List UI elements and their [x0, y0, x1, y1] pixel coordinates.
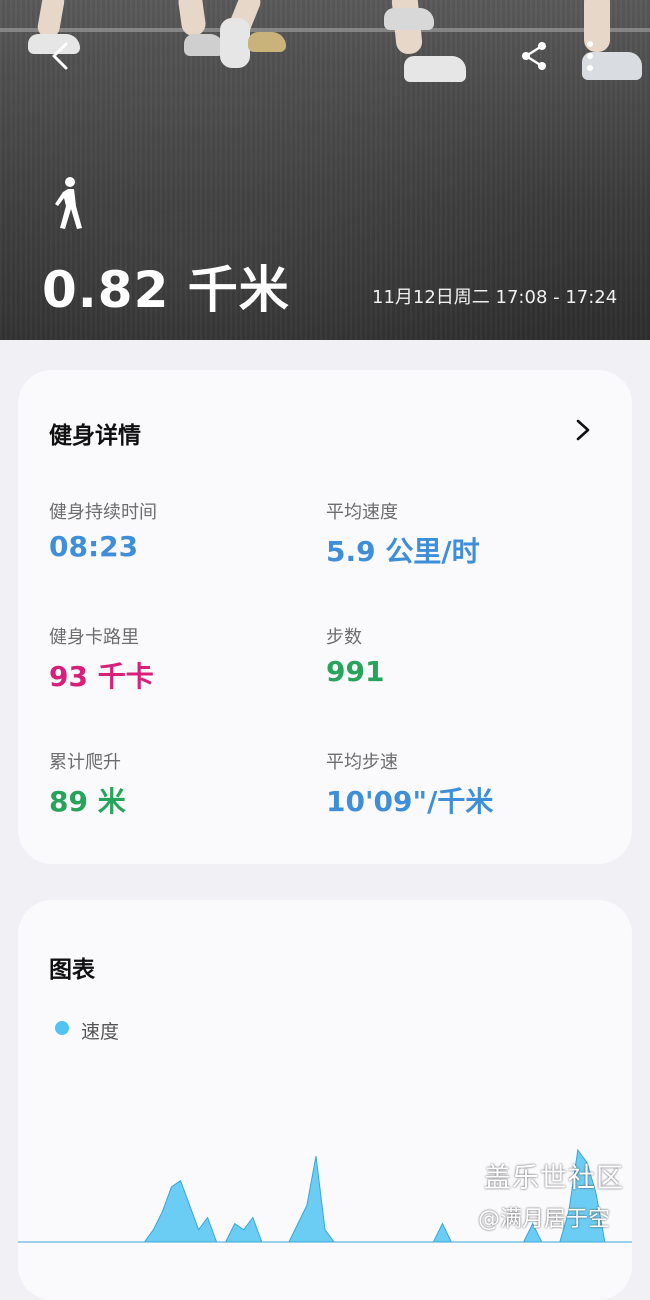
- stat-label-avg-speed: 平均速度: [326, 502, 398, 523]
- back-arrow-icon[interactable]: [44, 38, 80, 74]
- watermark-user: @满月居于空: [478, 1207, 611, 1232]
- more-vertical-icon[interactable]: [576, 38, 604, 74]
- details-title: 健身详情: [49, 423, 141, 449]
- stat-value-avg-speed: 5.9 公里/时: [326, 535, 480, 568]
- legend-dot-speed: [55, 1021, 69, 1035]
- stat-value-elevation: 89 米: [49, 785, 126, 818]
- legend-label-speed: 速度: [81, 1021, 120, 1043]
- stat-label-calories: 健身卡路里: [49, 627, 139, 648]
- stat-label-duration: 健身持续时间: [49, 502, 157, 523]
- chart-title: 图表: [49, 957, 95, 983]
- date-range: 11月12日周二 17:08 - 17:24: [372, 287, 618, 308]
- workout-details-card[interactable]: 健身详情 健身持续时间 08:23 平均速度 5.9 公里/时 健身卡路里 93…: [18, 370, 632, 864]
- runner-shoe: [184, 34, 224, 56]
- stat-value-steps: 991: [326, 655, 385, 688]
- watermark-community: 盖乐世社区: [484, 1163, 624, 1194]
- walking-person-icon: [52, 176, 88, 232]
- distance-value: 0.82 千米: [42, 261, 290, 319]
- runner-shoe: [404, 56, 466, 82]
- stat-value-calories: 93 千卡: [49, 660, 154, 693]
- runner-shoe: [384, 8, 434, 30]
- share-icon[interactable]: [516, 38, 552, 74]
- stat-label-elevation: 累计爬升: [49, 752, 121, 773]
- stat-label-avg-pace: 平均步速: [326, 752, 398, 773]
- stat-value-avg-pace: 10'09"/千米: [326, 785, 494, 818]
- stat-value-duration: 08:23: [49, 530, 139, 563]
- runner-shoe: [220, 18, 250, 68]
- speed-chart: [18, 1148, 632, 1243]
- stat-label-steps: 步数: [326, 627, 362, 648]
- chart-card: 图表 速度: [18, 900, 632, 1300]
- hero-banner: 0.82 千米 11月12日周二 17:08 - 17:24: [0, 0, 650, 340]
- runner-shoe: [248, 32, 286, 52]
- road-line: [0, 28, 650, 32]
- chevron-right-icon[interactable]: [572, 418, 594, 442]
